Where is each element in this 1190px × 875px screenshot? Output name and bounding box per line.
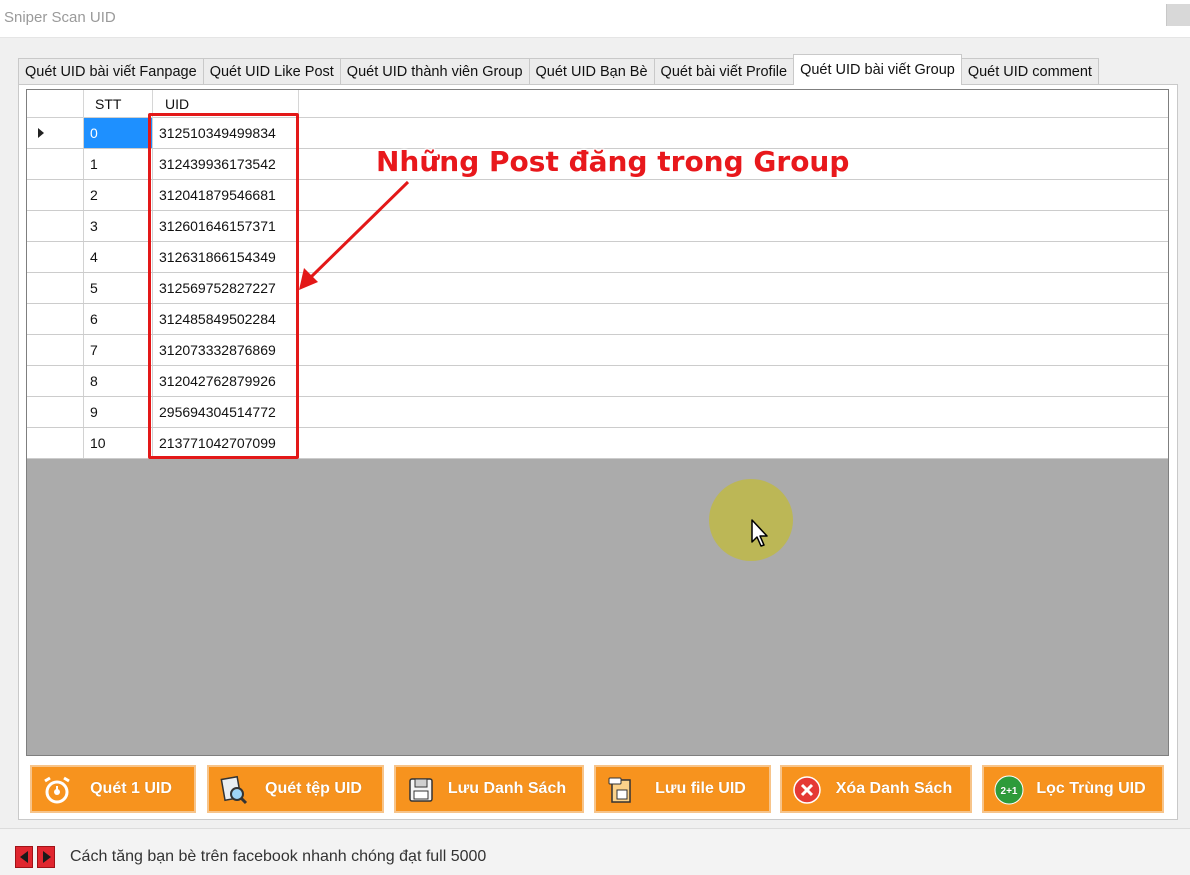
- tab-scan-group-members[interactable]: Quét UID thành viên Group: [339, 58, 530, 85]
- row-header[interactable]: [27, 428, 84, 458]
- uid-data-grid[interactable]: STT UID 0 312510349499834 1 312439936173…: [26, 89, 1169, 756]
- tab-scan-profile-posts[interactable]: Quét bài viết Profile: [653, 58, 795, 85]
- cell-stt[interactable]: 4: [84, 242, 153, 272]
- tab-strip: Quét UID bài viết Fanpage Quét UID Like …: [18, 54, 1099, 85]
- cell-stt[interactable]: 0: [84, 118, 153, 148]
- table-row[interactable]: 9 295694304514772: [27, 397, 1168, 428]
- current-row-arrow-icon: [38, 128, 44, 138]
- annotation-label: Những Post đăng trong Group: [376, 145, 850, 178]
- row-header[interactable]: [27, 118, 84, 148]
- tab-scan-comments[interactable]: Quét UID comment: [960, 58, 1099, 85]
- status-bar: Cách tăng bạn bè trên facebook nhanh chó…: [0, 828, 1190, 875]
- cell-uid[interactable]: 312042762879926: [153, 366, 299, 396]
- tab-scan-friends[interactable]: Quét UID Bạn Bè: [528, 58, 655, 85]
- mouse-pointer-icon: [751, 519, 768, 547]
- row-header[interactable]: [27, 366, 84, 396]
- row-header[interactable]: [27, 397, 84, 427]
- cell-stt[interactable]: 8: [84, 366, 153, 396]
- table-row[interactable]: 10 213771042707099: [27, 428, 1168, 459]
- table-row[interactable]: 6 312485849502284: [27, 304, 1168, 335]
- row-header[interactable]: [27, 180, 84, 210]
- cell-uid[interactable]: 312601646157371: [153, 211, 299, 241]
- clear-list-label: Xóa Danh Sách: [835, 780, 953, 797]
- clear-list-button[interactable]: Xóa Danh Sách: [780, 765, 972, 813]
- tab-scan-like-post[interactable]: Quét UID Like Post: [202, 58, 341, 85]
- row-header[interactable]: [27, 335, 84, 365]
- save-list-button[interactable]: Lưu Danh Sách: [394, 765, 584, 813]
- window-title: Sniper Scan UID: [4, 9, 116, 26]
- scan-uid-file-button[interactable]: Quét tệp UID: [207, 765, 384, 813]
- row-header-corner: [27, 90, 84, 118]
- filter-duplicate-icon-text: 2+1: [1001, 786, 1018, 797]
- filter-duplicate-icon: 2+1: [994, 775, 1024, 805]
- previous-arrow-icon[interactable]: [15, 846, 33, 868]
- cell-uid[interactable]: 312631866154349: [153, 242, 299, 272]
- filter-duplicate-uid-button[interactable]: 2+1 Lọc Trùng UID: [982, 765, 1164, 813]
- cell-stt[interactable]: 3: [84, 211, 153, 241]
- table-row[interactable]: 3 312601646157371: [27, 211, 1168, 242]
- table-row[interactable]: 5 312569752827227: [27, 273, 1168, 304]
- cell-stt[interactable]: 7: [84, 335, 153, 365]
- column-header-uid[interactable]: UID: [153, 90, 299, 118]
- cell-stt[interactable]: 2: [84, 180, 153, 210]
- scan-one-uid-button[interactable]: Quét 1 UID: [30, 765, 196, 813]
- cell-uid[interactable]: 295694304514772: [153, 397, 299, 427]
- cell-uid[interactable]: 312439936173542: [153, 149, 299, 179]
- row-header[interactable]: [27, 273, 84, 303]
- row-header[interactable]: [27, 242, 84, 272]
- floppy-disk-icon: [409, 778, 433, 802]
- grid-header: STT UID: [27, 90, 1168, 118]
- window-close-button[interactable]: [1166, 4, 1190, 26]
- table-row[interactable]: 4 312631866154349: [27, 242, 1168, 273]
- next-arrow-icon[interactable]: [37, 846, 55, 868]
- cell-uid[interactable]: 312569752827227: [153, 273, 299, 303]
- row-header[interactable]: [27, 149, 84, 179]
- table-row[interactable]: 7 312073332876869: [27, 335, 1168, 366]
- tab-scan-fanpage-posts[interactable]: Quét UID bài viết Fanpage: [18, 58, 204, 85]
- cell-stt[interactable]: 5: [84, 273, 153, 303]
- table-row[interactable]: 8 312042762879926: [27, 366, 1168, 397]
- cell-stt[interactable]: 6: [84, 304, 153, 334]
- cell-uid[interactable]: 312485849502284: [153, 304, 299, 334]
- tab-scan-group-posts[interactable]: Quét UID bài viết Group: [793, 54, 962, 85]
- close-circle-icon: [793, 776, 821, 804]
- save-file-icon: [608, 777, 631, 803]
- cell-uid[interactable]: 312041879546681: [153, 180, 299, 210]
- save-uid-file-button[interactable]: Lưu file UID: [594, 765, 771, 813]
- file-search-icon: [220, 775, 248, 805]
- row-header[interactable]: [27, 304, 84, 334]
- title-bar: Sniper Scan UID: [0, 0, 1190, 38]
- cell-stt[interactable]: 10: [84, 428, 153, 458]
- cell-stt[interactable]: 1: [84, 149, 153, 179]
- cell-stt[interactable]: 9: [84, 397, 153, 427]
- cell-uid[interactable]: 312510349499834: [153, 118, 299, 148]
- cell-uid[interactable]: 213771042707099: [153, 428, 299, 458]
- cell-uid[interactable]: 312073332876869: [153, 335, 299, 365]
- column-header-stt[interactable]: STT: [84, 90, 153, 118]
- alarm-clock-icon: [44, 776, 70, 804]
- table-row[interactable]: 2 312041879546681: [27, 180, 1168, 211]
- save-uid-file-label: Lưu file UID: [655, 780, 746, 797]
- row-header[interactable]: [27, 211, 84, 241]
- status-marquee-text[interactable]: Cách tăng bạn bè trên facebook nhanh chó…: [70, 848, 486, 866]
